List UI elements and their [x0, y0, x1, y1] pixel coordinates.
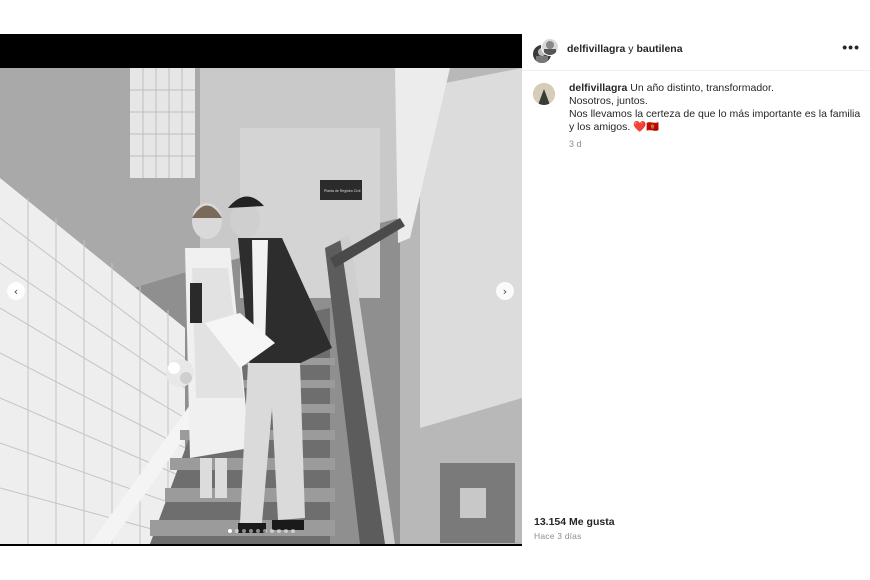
- carousel-dot: [255, 529, 260, 533]
- carousel-next-button[interactable]: ›: [496, 282, 514, 300]
- chevron-left-icon: ‹: [13, 284, 19, 298]
- carousel-dot: [234, 529, 239, 533]
- carousel-dot: [241, 529, 246, 533]
- post-authors: delfivillagra y bautilena: [567, 43, 683, 55]
- caption-line: Un año distinto, transformador.: [630, 82, 774, 94]
- avatar[interactable]: [533, 83, 555, 105]
- post-date[interactable]: Hace 3 días: [534, 531, 582, 541]
- carousel-prev-button[interactable]: ‹: [7, 282, 25, 300]
- username-link[interactable]: bautilena: [636, 43, 682, 55]
- post-media: Planta de Registro Civil ‹ ›: [0, 34, 522, 546]
- likes-count[interactable]: 13.154 Me gusta: [534, 516, 615, 528]
- carousel-dots: [0, 529, 522, 533]
- caption-line: Nosotros, juntos.: [569, 95, 648, 107]
- chevron-right-icon: ›: [502, 284, 508, 298]
- more-horizontal-icon[interactable]: •••: [842, 39, 860, 55]
- post-header: delfivillagra y bautilena •••: [522, 34, 870, 71]
- instagram-post: Planta de Registro Civil ‹ › delfivillag…: [0, 34, 870, 546]
- post-sidebar: delfivillagra y bautilena ••• delfivilla…: [522, 34, 870, 546]
- username-link[interactable]: delfivillagra: [569, 82, 627, 94]
- avatar[interactable]: [541, 38, 559, 56]
- caption-text: delfivillagra Un año distinto, transform…: [569, 82, 861, 134]
- caption-timestamp[interactable]: 3 d: [569, 139, 582, 149]
- wall-sign-text: Planta de Registro Civil: [324, 189, 361, 193]
- carousel-dot: [290, 529, 295, 533]
- carousel-dot: [262, 529, 267, 533]
- collab-avatars[interactable]: [532, 38, 559, 64]
- carousel-dot: [248, 529, 253, 533]
- carousel-dot: [227, 529, 232, 533]
- wedding-staircase-photo: Planta de Registro Civil: [0, 68, 522, 544]
- caption-line: Nos llevamos la certeza de que lo más im…: [569, 108, 861, 133]
- author-connector: y: [628, 43, 634, 55]
- carousel-dot: [276, 529, 281, 533]
- username-link[interactable]: delfivillagra: [567, 43, 625, 55]
- carousel-dot: [269, 529, 274, 533]
- carousel-dot: [283, 529, 288, 533]
- post-photo[interactable]: Planta de Registro Civil: [0, 68, 522, 544]
